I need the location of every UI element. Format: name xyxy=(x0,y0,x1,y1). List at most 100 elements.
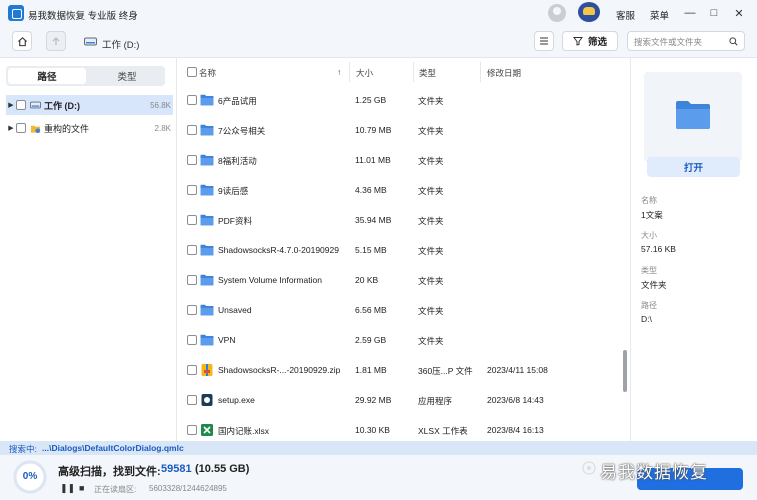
file-row[interactable]: Unsaved 6.56 MB 文件夹 xyxy=(177,295,622,325)
searching-path: ...\Dialogs\DefaultColorDialog.qmlc xyxy=(42,443,184,453)
toolbar: 工作 (D:) 筛选 xyxy=(0,26,757,58)
searching-label: 搜索中: xyxy=(9,444,37,454)
file-type: XLSX 工作表 xyxy=(418,426,468,436)
app-logo-icon xyxy=(8,5,24,21)
row-checkbox[interactable] xyxy=(187,155,197,165)
row-checkbox[interactable] xyxy=(187,275,197,285)
file-date: 2023/6/8 14:43 xyxy=(487,395,544,405)
row-checkbox[interactable] xyxy=(187,125,197,135)
minimize-button[interactable]: — xyxy=(682,5,698,21)
prop-value-path: D:\ xyxy=(641,314,652,324)
expand-caret-icon[interactable]: ▶ xyxy=(6,124,16,132)
row-checkbox[interactable] xyxy=(187,185,197,195)
file-name: 8福利活动 xyxy=(218,156,257,166)
sidebar: 路径 类型 ▶ 工作 (D:) 56.8K ▶ 重构的文件 2.8K xyxy=(0,58,177,441)
file-row[interactable]: ShadowsocksR-4.7.0-20190929 5.15 MB 文件夹 xyxy=(177,235,622,265)
file-type: 文件夹 xyxy=(418,156,444,166)
row-checkbox[interactable] xyxy=(187,305,197,315)
file-size: 35.94 MB xyxy=(355,215,392,225)
tab-type[interactable]: 类型 xyxy=(88,68,166,84)
file-row[interactable]: setup.exe 29.92 MB 应用程序 2023/6/8 14:43 xyxy=(177,385,622,415)
menu-link[interactable]: 菜单 xyxy=(650,8,669,22)
file-row[interactable]: 6产品试用 1.25 GB 文件夹 xyxy=(177,85,622,115)
sidebar-item-label: 重构的文件 xyxy=(44,123,90,134)
row-checkbox[interactable] xyxy=(187,425,197,435)
column-divider[interactable] xyxy=(349,62,350,82)
row-checkbox[interactable] xyxy=(187,335,197,345)
home-button[interactable] xyxy=(12,31,32,51)
filter-icon xyxy=(572,37,583,46)
search-input[interactable] xyxy=(634,35,726,48)
folder-icon xyxy=(200,94,214,106)
row-checkbox[interactable] xyxy=(187,245,197,255)
select-all-checkbox[interactable] xyxy=(187,67,197,77)
file-name: 国内记账.xlsx xyxy=(218,426,270,436)
progress-percent: 0% xyxy=(22,471,38,482)
file-row[interactable]: VPN 2.59 GB 文件夹 xyxy=(177,325,622,355)
reading-sector-label: 正在读扇区: xyxy=(94,485,137,494)
membership-badge-icon[interactable] xyxy=(578,2,600,22)
user-avatar-icon[interactable] xyxy=(548,4,566,22)
file-row[interactable]: 9读后感 4.36 MB 文件夹 xyxy=(177,175,622,205)
search-box[interactable] xyxy=(627,31,745,51)
file-list: 名称 ↑ 大小 类型 修改日期 6产品试用 1.25 GB 文件夹 7公众号相关 10.… xyxy=(177,58,630,441)
exe-icon xyxy=(200,394,214,406)
file-size: 6.56 MB xyxy=(355,305,387,315)
file-size: 1.25 GB xyxy=(355,95,387,105)
list-view-button[interactable] xyxy=(534,31,554,51)
scrollbar-thumb[interactable] xyxy=(623,350,627,392)
stop-icon[interactable]: ■ xyxy=(79,483,84,493)
filter-label: 筛选 xyxy=(587,37,607,48)
file-name: setup.exe xyxy=(218,395,255,405)
file-row[interactable]: System Volume Information 20 KB 文件夹 xyxy=(177,265,622,295)
drive-icon xyxy=(30,101,41,109)
file-row[interactable]: 7公众号相关 10.79 MB 文件夹 xyxy=(177,115,622,145)
column-header-type[interactable]: 类型 xyxy=(419,67,436,79)
file-row[interactable]: 8福利活动 11.01 MB 文件夹 xyxy=(177,145,622,175)
search-icon[interactable] xyxy=(729,37,738,46)
column-header-size[interactable]: 大小 xyxy=(356,67,373,79)
prop-value-size: 57.16 KB xyxy=(641,244,676,254)
file-row[interactable]: 国内记账.xlsx 10.30 KB XLSX 工作表 2023/8/4 16:13 xyxy=(177,415,622,441)
file-list-header: 名称 ↑ 大小 类型 修改日期 xyxy=(177,58,630,86)
preview-area xyxy=(644,72,742,162)
file-size: 1.81 MB xyxy=(355,365,387,375)
maximize-button[interactable]: □ xyxy=(706,5,722,21)
file-name: 6产品试用 xyxy=(218,96,257,106)
column-header-date[interactable]: 修改日期 xyxy=(487,67,521,79)
column-divider[interactable] xyxy=(480,62,481,82)
reading-sector-value: 5603328/1244624895 xyxy=(149,484,227,493)
row-checkbox[interactable] xyxy=(187,365,197,375)
row-checkbox[interactable] xyxy=(187,95,197,105)
folder-icon xyxy=(200,214,214,226)
open-button[interactable]: 打开 xyxy=(647,157,740,177)
sidebar-item-drive-d[interactable]: ▶ 工作 (D:) 56.8K xyxy=(6,95,173,115)
row-checkbox[interactable] xyxy=(187,215,197,225)
sort-ascending-icon[interactable]: ↑ xyxy=(337,67,341,77)
found-size: (10.55 GB) xyxy=(195,463,250,475)
file-type: 应用程序 xyxy=(418,396,453,406)
breadcrumb[interactable]: 工作 (D:) xyxy=(102,37,139,51)
customer-service-link[interactable]: 客服 xyxy=(616,8,635,22)
prop-label-type: 类型 xyxy=(641,266,657,275)
sidebar-item-rebuilt-files[interactable]: ▶ 重构的文件 2.8K xyxy=(6,118,173,138)
home-icon xyxy=(17,36,27,46)
file-size: 5.15 MB xyxy=(355,245,387,255)
file-row[interactable]: PDF资料 35.94 MB 文件夹 xyxy=(177,205,622,235)
file-row[interactable]: ShadowsocksR-...-20190929.zip 1.81 MB 360压… xyxy=(177,355,622,385)
up-button[interactable] xyxy=(46,31,66,51)
sidebar-item-label: 工作 (D:) xyxy=(44,100,80,111)
checkbox[interactable] xyxy=(16,100,26,110)
checkbox[interactable] xyxy=(16,123,26,133)
column-header-name[interactable]: 名称 xyxy=(199,67,216,79)
tab-path[interactable]: 路径 xyxy=(8,68,86,84)
close-button[interactable]: ✕ xyxy=(731,5,747,21)
row-checkbox[interactable] xyxy=(187,395,197,405)
expand-caret-icon[interactable]: ▶ xyxy=(6,101,16,109)
filter-button[interactable]: 筛选 xyxy=(562,31,618,51)
prop-value-type: 文件夹 xyxy=(641,280,667,290)
column-divider[interactable] xyxy=(413,62,414,82)
file-size: 4.36 MB xyxy=(355,185,387,195)
pause-icon[interactable]: ❚❚ xyxy=(60,483,75,494)
sidebar-tabs: 路径 类型 xyxy=(6,66,165,86)
